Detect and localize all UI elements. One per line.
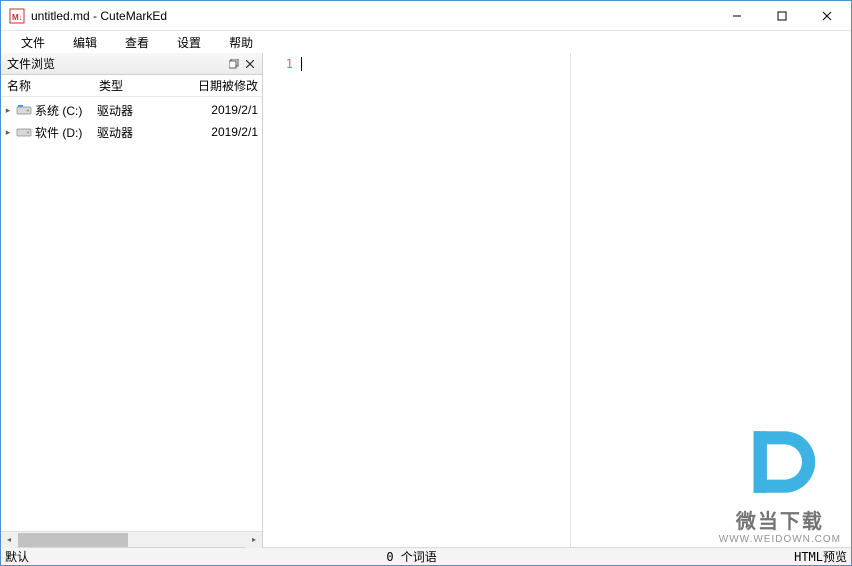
panel-float-button[interactable] [226, 56, 242, 72]
tree-item-date: 2019/2/1 [173, 125, 262, 139]
titlebar: M↓ untitled.md - CuteMarkEd [1, 1, 851, 31]
workspace: 文件浏览 名称 类型 日期被修改 ▸ 系统 (C:) 驱动器 2019/2/1 [1, 53, 851, 547]
close-button[interactable] [804, 2, 849, 30]
tree-item-date: 2019/2/1 [173, 103, 262, 117]
panel-title: 文件浏览 [7, 55, 226, 72]
tree-item-name: 系统 (C:) [35, 102, 97, 119]
line-number: 1 [263, 57, 293, 71]
editor-textarea[interactable] [299, 53, 571, 547]
html-preview-pane [571, 53, 851, 547]
menu-help[interactable]: 帮助 [215, 32, 267, 53]
menu-view[interactable]: 查看 [111, 32, 163, 53]
drive-icon [15, 124, 33, 140]
text-cursor [301, 57, 302, 71]
tree-item-name: 软件 (D:) [35, 124, 97, 141]
col-type[interactable]: 类型 [93, 77, 169, 94]
scroll-right-icon[interactable]: ▸ [246, 532, 262, 548]
horizontal-scrollbar[interactable]: ◂ ▸ [1, 531, 262, 547]
maximize-button[interactable] [759, 2, 804, 30]
chevron-right-icon[interactable]: ▸ [1, 105, 15, 116]
statusbar: 默认 0 个词语 HTML预览 [1, 547, 851, 565]
editor-area: 1 [263, 53, 851, 547]
tree-item-type: 驱动器 [97, 124, 173, 141]
menu-edit[interactable]: 编辑 [59, 32, 111, 53]
tree-row[interactable]: ▸ 系统 (C:) 驱动器 2019/2/1 [1, 99, 262, 121]
col-name[interactable]: 名称 [1, 77, 93, 94]
line-gutter: 1 [263, 53, 299, 547]
panel-close-button[interactable] [242, 56, 258, 72]
file-browser-panel: 文件浏览 名称 类型 日期被修改 ▸ 系统 (C:) 驱动器 2019/2/1 [1, 53, 263, 547]
menubar: 文件 编辑 查看 设置 帮助 [1, 31, 851, 53]
app-icon: M↓ [9, 8, 25, 24]
window-controls [714, 2, 849, 30]
scroll-thumb[interactable] [18, 533, 128, 547]
svg-text:M↓: M↓ [12, 13, 23, 22]
tree-body: ▸ 系统 (C:) 驱动器 2019/2/1 ▸ 软件 (D:) 驱动器 201… [1, 97, 262, 531]
tree-item-type: 驱动器 [97, 102, 173, 119]
col-date[interactable]: 日期被修改 [169, 77, 262, 94]
minimize-button[interactable] [714, 2, 759, 30]
status-left[interactable]: 默认 [5, 548, 29, 565]
status-right[interactable]: HTML预览 [794, 548, 847, 565]
drive-icon [15, 102, 33, 118]
panel-header: 文件浏览 [1, 53, 262, 75]
scroll-left-icon[interactable]: ◂ [1, 532, 17, 548]
status-wordcount: 0 个词语 [29, 548, 794, 565]
menu-file[interactable]: 文件 [7, 32, 59, 53]
chevron-right-icon[interactable]: ▸ [1, 127, 15, 138]
window-title: untitled.md - CuteMarkEd [31, 9, 167, 23]
tree-header: 名称 类型 日期被修改 [1, 75, 262, 97]
tree-row[interactable]: ▸ 软件 (D:) 驱动器 2019/2/1 [1, 121, 262, 143]
menu-settings[interactable]: 设置 [163, 32, 215, 53]
